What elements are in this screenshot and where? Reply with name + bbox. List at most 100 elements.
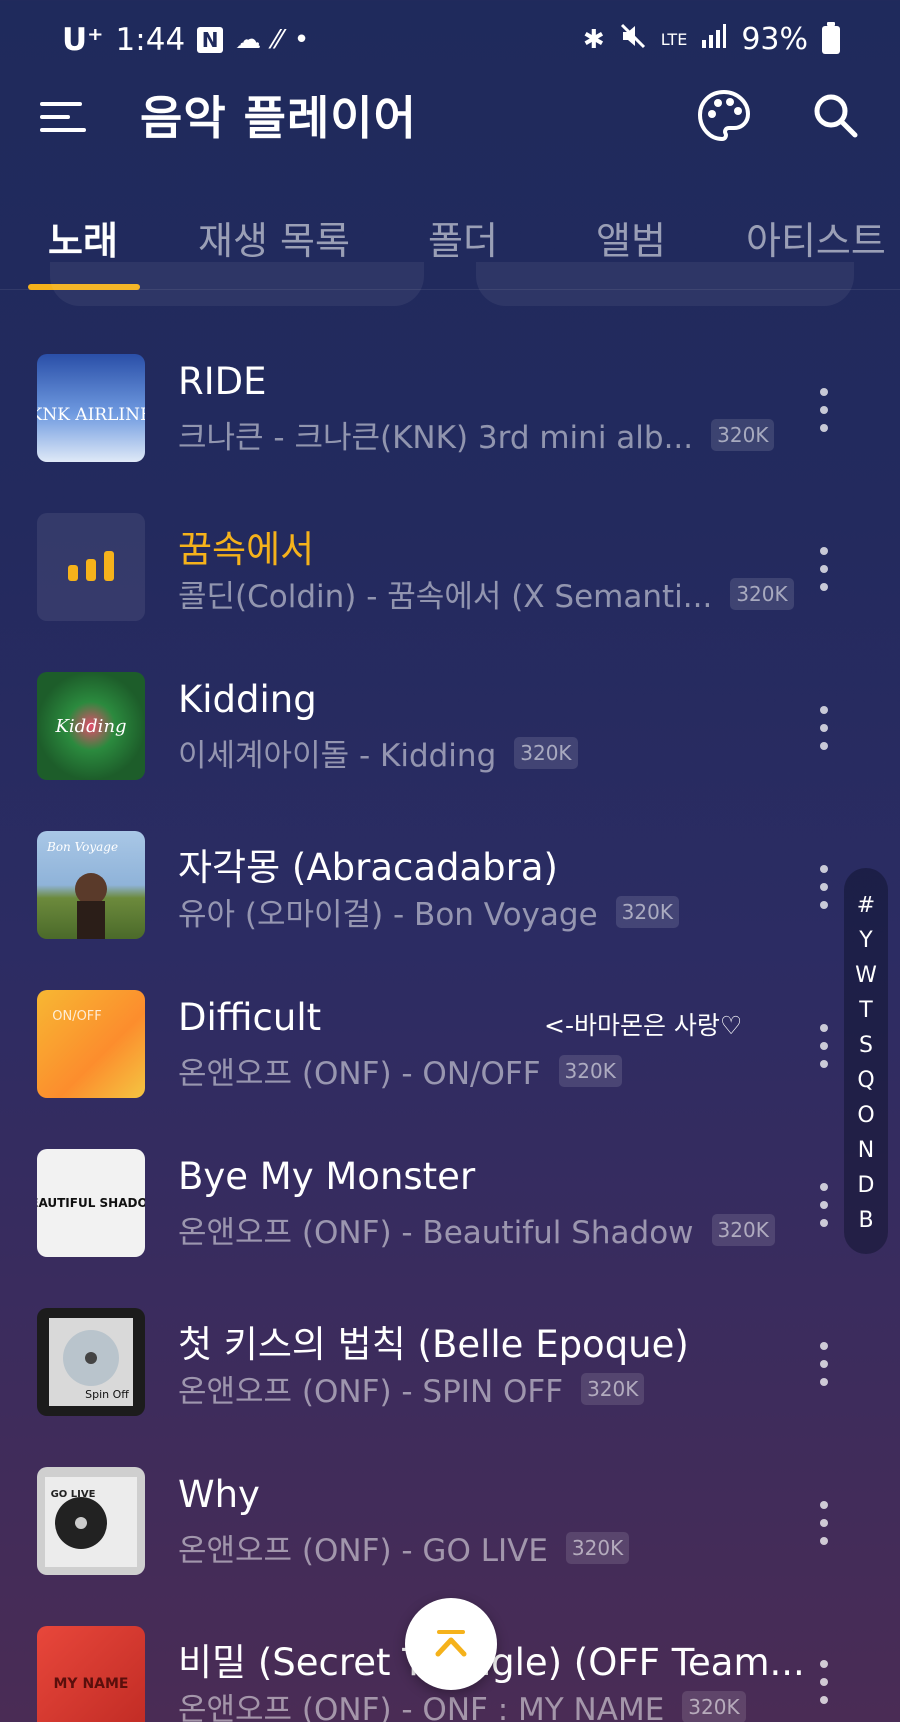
- more-options-icon[interactable]: [814, 388, 834, 432]
- song-row[interactable]: Kidding Kidding 이세계아이돌 - Kidding 320K: [0, 648, 900, 807]
- song-subtitle: 유아 (오마이걸) - Bon Voyage 320K: [178, 889, 679, 934]
- album-art-text: Bon Voyage: [46, 840, 118, 854]
- naver-icon: N: [197, 27, 224, 53]
- app-bar: 음악 플레이어: [0, 78, 900, 178]
- scroll-to-top-button[interactable]: [405, 1598, 497, 1690]
- song-artist-album: 유아 (오마이걸) - Bon Voyage: [178, 897, 598, 933]
- index-letter[interactable]: T: [859, 993, 872, 1028]
- song-title: Why: [178, 1473, 260, 1516]
- chevron-up-icon: [435, 1630, 467, 1657]
- index-letter[interactable]: Q: [857, 1063, 874, 1098]
- lte-icon: LTE: [660, 29, 688, 49]
- index-letter[interactable]: Y: [859, 923, 872, 958]
- status-time: 1:44: [115, 22, 186, 58]
- index-letter[interactable]: W: [855, 958, 877, 993]
- quality-badge: 320K: [558, 1054, 622, 1087]
- album-art: BEAUTIFUL SHADOW: [37, 1149, 145, 1257]
- song-subtitle: 온앤오프 (ONF) - GO LIVE 320K: [178, 1525, 630, 1570]
- song-subtitle: 온앤오프 (ONF) - SPIN OFF 320K: [178, 1366, 645, 1411]
- song-artist-album: 온앤오프 (ONF) - ONF : MY NAME: [178, 1692, 665, 1722]
- filter-chip[interactable]: [476, 262, 854, 306]
- song-row[interactable]: Spin Off 첫 키스의 법칙 (Belle Epoque) 온앤오프 (O…: [0, 1284, 900, 1443]
- tab-playlists[interactable]: 재생 목록: [198, 210, 350, 265]
- status-left: U⁺ 1:44 N ☁ ⁄⁄ •: [62, 22, 309, 58]
- tab-albums[interactable]: 앨범: [596, 210, 666, 265]
- quality-badge: 320K: [711, 418, 775, 451]
- song-row[interactable]: ON/OFF Difficult <-바마몬은 사랑♡ 온앤오프 (ONF) -…: [0, 966, 900, 1125]
- album-art: MY NAME: [37, 1626, 145, 1722]
- song-subtitle: 온앤오프 (ONF) - ONF : MY NAME 320K: [178, 1684, 746, 1722]
- index-letter[interactable]: #: [857, 888, 875, 923]
- dot-icon: •: [293, 25, 310, 55]
- album-art: GO LIVE: [37, 1467, 145, 1575]
- song-row[interactable]: 꿈속에서 콜딘(Coldin) - 꿈속에서 (X Semanti... 320…: [0, 489, 900, 648]
- song-title: Bye My Monster: [178, 1155, 476, 1198]
- now-playing-icon: [37, 513, 145, 621]
- quality-badge: 320K: [682, 1690, 746, 1722]
- album-art-text: KNK AIRLINE: [37, 405, 145, 425]
- quality-badge: 320K: [581, 1372, 645, 1405]
- song-row[interactable]: BEAUTIFUL SHADOW Bye My Monster 온앤오프 (ON…: [0, 1125, 900, 1284]
- mute-icon: [619, 22, 647, 57]
- song-title: 첫 키스의 법칙 (Belle Epoque): [178, 1323, 689, 1366]
- song-artist-album: 온앤오프 (ONF) - SPIN OFF: [178, 1374, 564, 1410]
- rain-icon: ⁄⁄: [273, 25, 282, 55]
- song-row[interactable]: GO LIVE Why 온앤오프 (ONF) - GO LIVE 320K: [0, 1443, 900, 1602]
- song-subtitle: 이세계아이돌 - Kidding 320K: [178, 730, 578, 775]
- quality-badge: 320K: [730, 577, 794, 610]
- index-letter[interactable]: O: [857, 1098, 874, 1133]
- cloud-icon: ☁: [235, 25, 262, 55]
- album-art-text: BEAUTIFUL SHADOW: [37, 1196, 145, 1210]
- index-letter[interactable]: N: [858, 1133, 874, 1168]
- song-artist-album: 이세계아이돌 - Kidding: [178, 738, 497, 774]
- status-bar: U⁺ 1:44 N ☁ ⁄⁄ • ✱ LTE 93%: [0, 0, 900, 88]
- index-letter[interactable]: D: [858, 1168, 875, 1203]
- album-art-text: ON/OFF: [52, 1009, 102, 1024]
- album-art: ON/OFF: [37, 990, 145, 1098]
- index-letter[interactable]: S: [859, 1028, 873, 1063]
- song-title: 자각몽 (Abracadabra): [178, 846, 558, 889]
- tab-folders[interactable]: 폴더: [428, 210, 498, 265]
- song-title: Difficult: [178, 996, 322, 1039]
- more-options-icon[interactable]: [814, 1183, 834, 1227]
- song-artist-album: 크나큰 - 크나큰(KNK) 3rd mini alb...: [178, 420, 694, 456]
- index-letter[interactable]: B: [858, 1203, 873, 1238]
- album-art: Spin Off: [37, 1308, 145, 1416]
- more-options-icon[interactable]: [814, 1501, 834, 1545]
- album-art: Bon Voyage: [37, 831, 145, 939]
- search-icon[interactable]: [810, 90, 860, 140]
- palette-icon[interactable]: [696, 88, 752, 144]
- tab-songs[interactable]: 노래: [48, 210, 118, 265]
- signal-icon: [701, 22, 727, 57]
- song-row[interactable]: KNK AIRLINE RIDE 크나큰 - 크나큰(KNK) 3rd mini…: [0, 330, 900, 489]
- user-note: <-바마몬은 사랑♡: [544, 1011, 743, 1040]
- tab-artists[interactable]: 아티스트: [746, 210, 886, 265]
- album-art: Kidding: [37, 672, 145, 780]
- filter-chip[interactable]: [50, 262, 424, 306]
- more-options-icon[interactable]: [814, 1024, 834, 1068]
- more-options-icon[interactable]: [814, 547, 834, 591]
- song-subtitle: 온앤오프 (ONF) - Beautiful Shadow 320K: [178, 1207, 775, 1252]
- song-artist-album: 콜딘(Coldin) - 꿈속에서 (X Semanti...: [178, 579, 713, 615]
- album-art-text: MY NAME: [54, 1676, 129, 1692]
- album-art-text: GO LIVE: [51, 1489, 96, 1500]
- album-art-text: Spin Off: [85, 1388, 129, 1401]
- quality-badge: 320K: [615, 895, 679, 928]
- quality-badge: 320K: [565, 1531, 630, 1564]
- song-subtitle: 콜딘(Coldin) - 꿈속에서 (X Semanti... 320K: [178, 571, 794, 616]
- battery-icon: [822, 21, 840, 54]
- more-options-icon[interactable]: [814, 1660, 834, 1704]
- more-options-icon[interactable]: [814, 865, 834, 909]
- carrier-label: U⁺: [62, 22, 104, 58]
- alphabet-index[interactable]: # Y W T S Q O N D B: [844, 868, 888, 1254]
- song-row[interactable]: Bon Voyage 자각몽 (Abracadabra) 유아 (오마이걸) -…: [0, 807, 900, 966]
- status-right: ✱ LTE 93%: [583, 21, 840, 57]
- more-options-icon[interactable]: [814, 1342, 834, 1386]
- more-options-icon[interactable]: [814, 706, 834, 750]
- quality-badge: 320K: [711, 1213, 775, 1246]
- app-title: 음악 플레이어: [140, 91, 417, 145]
- song-subtitle: 크나큰 - 크나큰(KNK) 3rd mini alb... 320K: [178, 412, 775, 457]
- song-subtitle: 온앤오프 (ONF) - ON/OFF 320K: [178, 1048, 622, 1093]
- song-artist-album: 온앤오프 (ONF) - Beautiful Shadow: [178, 1215, 694, 1251]
- menu-icon[interactable]: [40, 92, 92, 142]
